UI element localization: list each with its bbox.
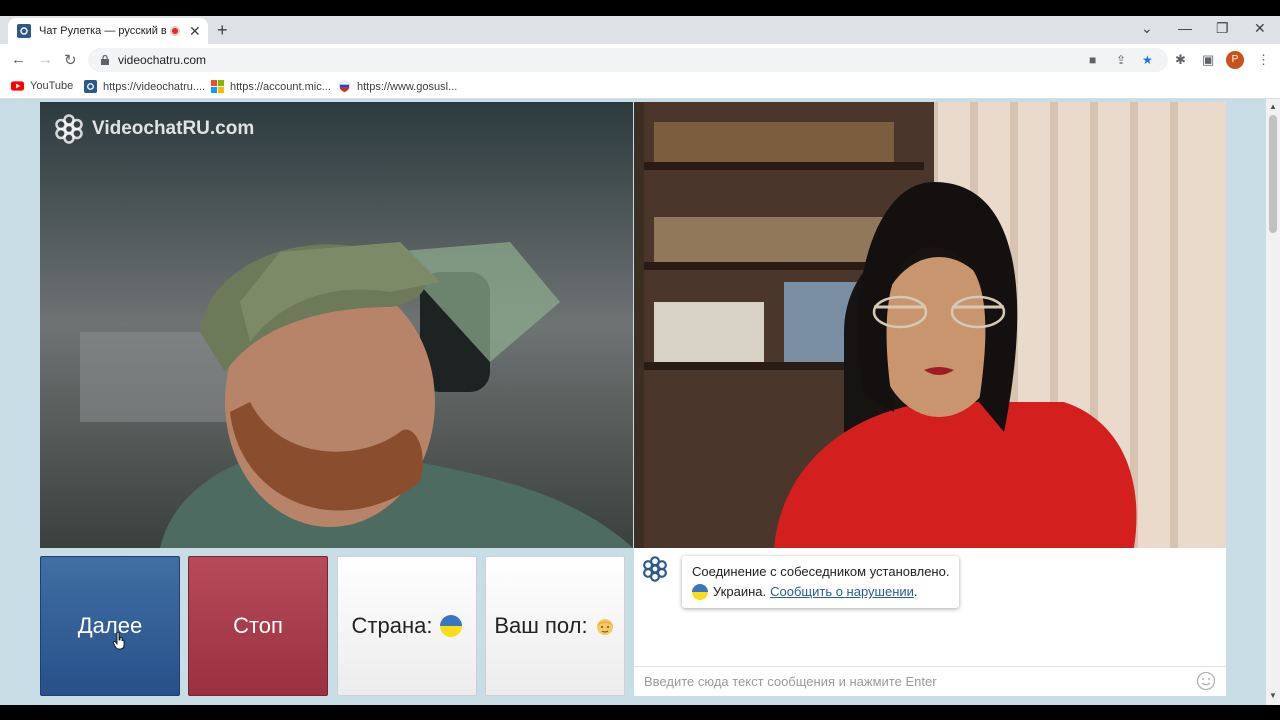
reload-icon[interactable]: ↻ bbox=[64, 51, 77, 69]
bookmark-star-icon[interactable]: ★ bbox=[1142, 53, 1153, 67]
bookmark-microsoft-account[interactable]: https://account.mic... bbox=[211, 80, 331, 93]
country-name: Украина. bbox=[713, 584, 767, 599]
report-violation-link[interactable]: Сообщить о нарушении bbox=[770, 582, 914, 602]
close-window-icon[interactable]: ✕ bbox=[1254, 20, 1266, 37]
scroll-down-icon[interactable]: ▼ bbox=[1269, 691, 1277, 700]
message-input[interactable] bbox=[642, 667, 1186, 695]
logo-flower-icon bbox=[55, 114, 83, 144]
connection-status-text: Соединение с собеседником установлено. bbox=[692, 564, 950, 579]
tab-videochat[interactable]: Чат Рулетка — русский видео ✕ bbox=[8, 18, 208, 44]
female-emoji-icon bbox=[596, 619, 613, 635]
chat-logo-icon bbox=[643, 556, 667, 582]
gender-button-label: Ваш пол: bbox=[494, 613, 588, 638]
message-input-bar bbox=[634, 666, 1226, 696]
bookmark-label: YouTube bbox=[30, 80, 74, 92]
scroll-thumb[interactable] bbox=[1269, 115, 1277, 233]
bookmark-label: https://www.gosusl... bbox=[357, 80, 458, 93]
chat-panel: Соединение с собеседником установлено. У… bbox=[634, 548, 1226, 696]
menu-icon[interactable]: ⋮ bbox=[1257, 52, 1270, 68]
remote-video-frame bbox=[634, 102, 1226, 548]
country-line: Украина. Сообщить о нарушении. bbox=[692, 582, 949, 602]
logo-text: VideochatRU.com bbox=[92, 118, 255, 139]
tab-search-icon[interactable]: ⌄ bbox=[1141, 20, 1153, 37]
extensions-icon[interactable]: ✱ bbox=[1175, 52, 1186, 68]
country-button-label: Страна: bbox=[351, 613, 433, 638]
recording-icon bbox=[170, 26, 180, 36]
page-content: VideochatRU.com Далее Стоп Страна: Ваш п… bbox=[0, 99, 1266, 705]
report-suffix: . bbox=[913, 584, 918, 599]
minimize-icon[interactable]: — bbox=[1178, 20, 1192, 36]
next-button-label: Далее bbox=[77, 613, 143, 638]
youtube-icon bbox=[11, 81, 24, 91]
share-icon[interactable]: ⇪ bbox=[1116, 53, 1126, 67]
microsoft-icon bbox=[211, 80, 224, 93]
ukraine-flag-icon bbox=[440, 615, 463, 637]
bookmark-gosuslugi[interactable]: https://www.gosusl... bbox=[338, 80, 457, 93]
scroll-up-icon[interactable]: ▲ bbox=[1269, 102, 1277, 111]
country-button[interactable]: Страна: bbox=[337, 556, 477, 696]
next-button[interactable]: Далее bbox=[40, 556, 180, 696]
gosuslugi-icon bbox=[339, 80, 350, 93]
profile-avatar[interactable]: P bbox=[1226, 51, 1244, 69]
bookmark-youtube[interactable]: YouTube bbox=[11, 80, 73, 92]
local-video: VideochatRU.com bbox=[40, 102, 633, 548]
forward-icon[interactable]: → bbox=[38, 51, 53, 68]
tab-title: Чат Рулетка — русский видео bbox=[39, 25, 167, 37]
maximize-icon[interactable]: ❐ bbox=[1216, 20, 1229, 37]
camera-icon[interactable]: ■ bbox=[1089, 53, 1096, 67]
stop-button[interactable]: Стоп bbox=[188, 556, 328, 696]
remote-video bbox=[634, 102, 1226, 548]
page-scrollbar[interactable]: ▲ ▼ bbox=[1266, 99, 1280, 705]
bookmark-label: https://videochatru.... bbox=[103, 80, 206, 93]
ukraine-flag-small-icon bbox=[692, 584, 708, 600]
bookmarks-bar: YouTube https://videochatru.... https://… bbox=[0, 76, 1280, 99]
tab-close-icon[interactable]: ✕ bbox=[189, 24, 201, 38]
system-message: Соединение с собеседником установлено. У… bbox=[682, 556, 960, 608]
side-panel-icon[interactable]: ▣ bbox=[1202, 52, 1214, 68]
bookmark-label: https://account.mic... bbox=[230, 80, 331, 93]
address-bar[interactable]: videochatru.com ■ ⇪ ★ bbox=[88, 48, 1168, 72]
site-favicon-icon bbox=[17, 24, 31, 38]
screen-top-border bbox=[0, 0, 1280, 16]
local-video-frame bbox=[40, 102, 633, 548]
tab-strip: Чат Рулетка — русский видео ✕ + ⌄ — ❐ ✕ bbox=[0, 16, 1280, 44]
emoji-picker-icon[interactable] bbox=[1196, 671, 1216, 691]
stop-button-label: Стоп bbox=[233, 613, 283, 638]
lock-icon bbox=[101, 55, 109, 65]
bookmark-videochatru[interactable]: https://videochatru.... bbox=[84, 80, 205, 93]
gender-button[interactable]: Ваш пол: bbox=[485, 556, 625, 696]
browser-toolbar: ← → ↻ videochatru.com ■ ⇪ ★ ✱ ▣ P ⋮ bbox=[0, 44, 1280, 76]
videochat-icon bbox=[84, 80, 97, 93]
url-text: videochatru.com bbox=[118, 53, 207, 67]
mouse-cursor-icon bbox=[113, 632, 125, 650]
new-tab-icon[interactable]: + bbox=[217, 20, 228, 41]
site-logo: VideochatRU.com bbox=[54, 114, 254, 144]
back-icon[interactable]: ← bbox=[11, 51, 26, 68]
